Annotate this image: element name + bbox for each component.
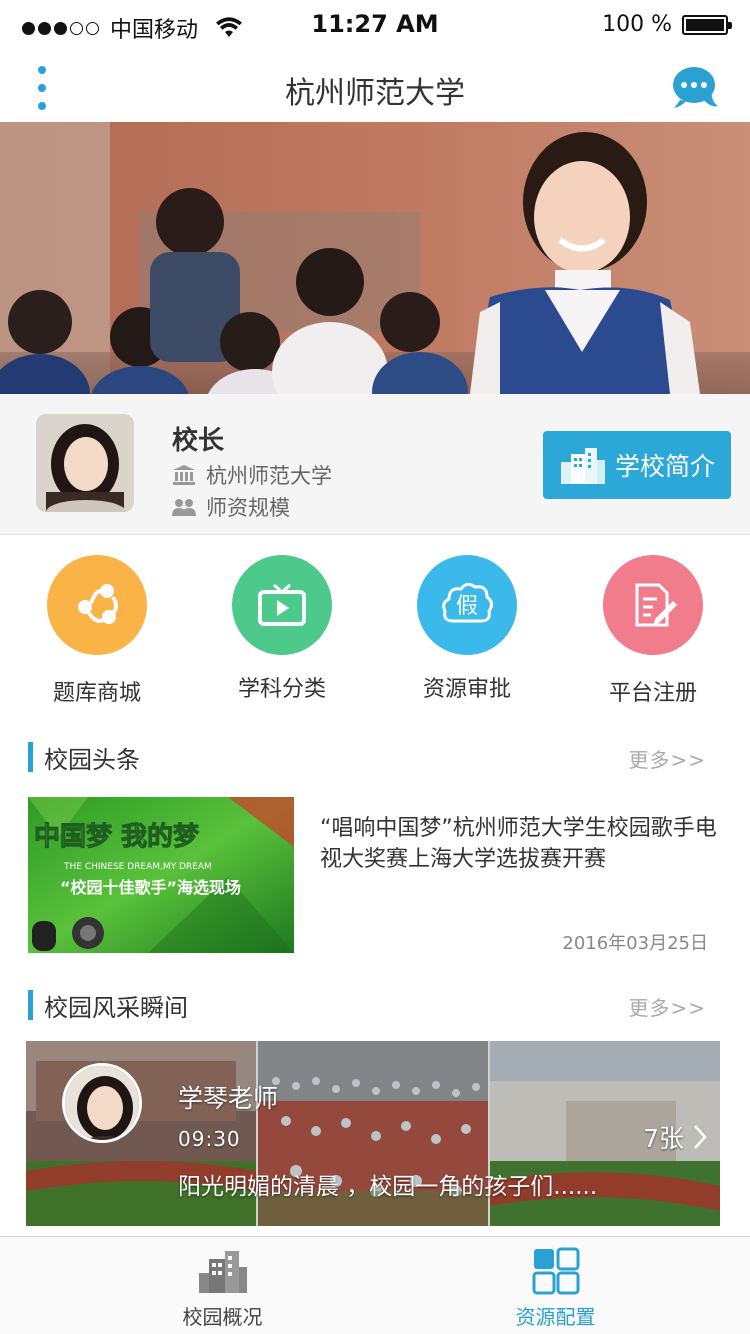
svg-text:假: 假 [456, 594, 478, 619]
news-thumb-caption: “校园十佳歌手”海选现场 [60, 878, 241, 897]
avatar[interactable] [36, 414, 134, 512]
tab-campus-overview[interactable]: 校园概况 [35, 1237, 410, 1334]
section-accent-bar [28, 742, 33, 772]
gallery-author-avatar[interactable] [62, 1063, 142, 1143]
feature-label: 学科分类 [237, 677, 326, 702]
status-bar: 中国移动 11:27 AM 100 % [0, 0, 750, 54]
gallery-card[interactable]: 学琴老师 09:30 阳光明媚的清晨 ，校园一角的孩子们...... 7张 [26, 1041, 720, 1226]
gallery-count-label: 7张 [643, 1124, 684, 1153]
nav-bar: 杭州师范大学 [0, 54, 750, 122]
tab-label: 资源配置 [515, 1305, 596, 1329]
edit-doc-icon [603, 555, 703, 655]
page-title: 杭州师范大学 [285, 76, 465, 111]
feature-subject-category[interactable]: 学科分类 [207, 555, 357, 703]
banner-image[interactable] [0, 122, 750, 394]
institution-icon [173, 465, 195, 485]
profile-school: 杭州师范大学 [172, 460, 332, 490]
tab-resource-config[interactable]: 资源配置 [368, 1237, 743, 1334]
chevron-right-icon [694, 1125, 707, 1149]
feature-label: 平台注册 [608, 681, 697, 706]
building-icon [198, 1251, 247, 1293]
feature-question-bank[interactable]: 题库商城 [22, 555, 172, 707]
news-item[interactable]: 中国梦 我的梦 THE CHINESE DREAM,MY DREAM “校园十佳… [28, 797, 722, 954]
grid-icon [532, 1247, 579, 1295]
profile-staff-label: 师资规模 [206, 496, 290, 520]
gallery-time: 09:30 [178, 1127, 241, 1151]
news-thumb-subtitle: THE CHINESE DREAM,MY DREAM [63, 862, 212, 872]
news-more-link[interactable]: 更多>> [628, 744, 706, 773]
profile-school-name: 杭州师范大学 [206, 464, 332, 488]
news-section-header: 校园头条 更多>> [28, 738, 722, 778]
battery-percent: 100 % [602, 12, 672, 37]
feature-platform-register[interactable]: 平台注册 [578, 555, 728, 707]
battery-icon [682, 14, 732, 35]
tab-label: 校园概况 [182, 1305, 263, 1329]
tab-bar: 校园概况 资源配置 [0, 1236, 750, 1334]
feature-label: 题库商城 [52, 681, 141, 706]
school-building-icon [560, 448, 605, 484]
profile-staff[interactable]: 师资规模 [172, 492, 290, 522]
feature-label: 资源审批 [422, 677, 511, 702]
section-accent-bar [28, 990, 33, 1020]
people-icon [172, 499, 196, 516]
fake-cloud-icon: 假 [417, 555, 517, 655]
school-intro-button[interactable]: 学校简介 [543, 431, 731, 499]
profile-role: 校长 [172, 426, 225, 456]
gallery-author-name: 学琴老师 [178, 1084, 279, 1113]
news-section-title: 校园头条 [44, 746, 140, 774]
status-right: 100 % [602, 12, 732, 37]
gallery-section-header: 校园风采瞬间 更多>> [28, 986, 722, 1026]
tv-play-icon [232, 555, 332, 655]
gallery-more-link[interactable]: 更多>> [628, 992, 706, 1021]
share-icon [47, 555, 147, 655]
gallery-caption: 阳光明媚的清晨 ，校园一角的孩子们...... [178, 1174, 598, 1200]
gallery-section-title: 校园风采瞬间 [44, 994, 188, 1022]
news-date: 2016年03月25日 [562, 933, 708, 954]
school-intro-label: 学校简介 [614, 452, 715, 481]
news-thumb-headline: 中国梦 我的梦 [34, 821, 200, 852]
feature-grid: 题库商城 学科分类 假 资源审批 平台注册 [0, 555, 750, 715]
news-title[interactable]: “唱响中国梦”杭州师范大学生校园歌手电视大奖赛上海大学选拔赛开赛 [320, 813, 720, 875]
chat-icon[interactable] [672, 64, 720, 110]
news-thumbnail[interactable]: 中国梦 我的梦 THE CHINESE DREAM,MY DREAM “校园十佳… [28, 797, 294, 953]
feature-resource-approval[interactable]: 假 资源审批 [392, 555, 542, 703]
profile-card: 校长 杭州师范大学 师资规模 学校简介 [0, 394, 750, 535]
gallery-photo-count[interactable]: 7张 [643, 1119, 708, 1155]
